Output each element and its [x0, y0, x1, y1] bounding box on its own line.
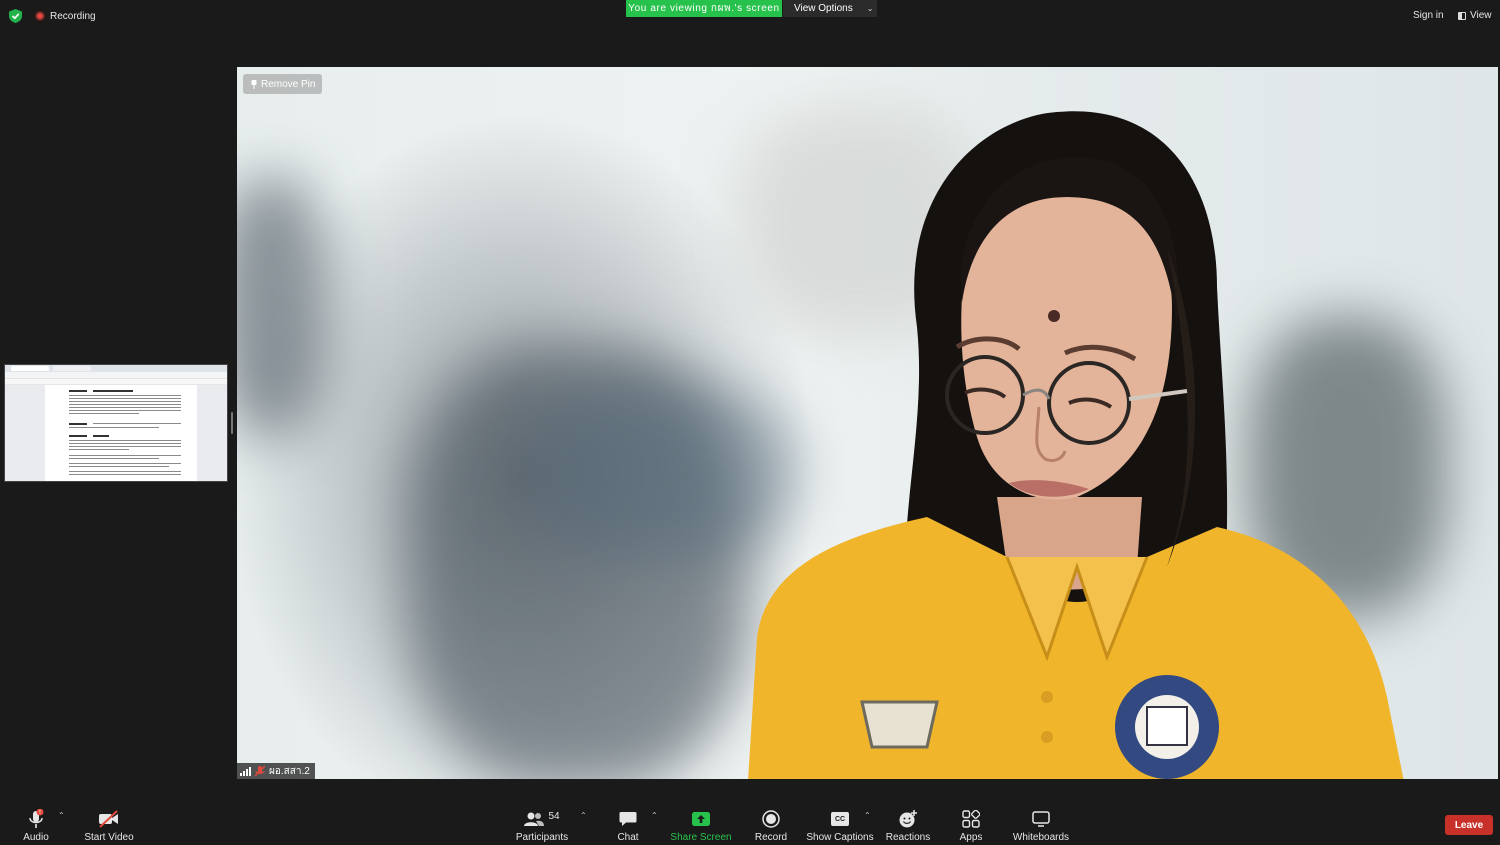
share-screen-icon: [691, 808, 711, 830]
view-layout-icon: [1458, 11, 1466, 20]
video-off-icon: [98, 808, 120, 830]
whiteboards-button[interactable]: Whiteboards: [1012, 800, 1070, 845]
record-dot-icon: [35, 11, 45, 21]
audio-warning-badge: !: [39, 809, 41, 816]
participants-count: 54: [548, 810, 560, 822]
shield-check-icon[interactable]: [9, 9, 22, 23]
participants-label: Participants: [515, 832, 569, 843]
participants-icon: [524, 812, 545, 826]
leave-button[interactable]: Leave: [1445, 815, 1493, 835]
share-screen-label: Share Screen: [670, 832, 732, 843]
microphone-icon: !: [28, 808, 44, 830]
view-button[interactable]: View: [1458, 10, 1492, 21]
thumb-tab-bar: [5, 365, 227, 372]
recording-label: Recording: [50, 10, 96, 22]
start-video-button[interactable]: Start Video: [83, 800, 135, 845]
background-blur: [237, 177, 327, 437]
audio-options-chevron[interactable]: ⌃: [58, 811, 65, 820]
audio-label: Audio: [23, 832, 49, 843]
thumb-url-bar: [5, 372, 227, 379]
thumb-left-panel: [5, 385, 45, 481]
captions-label: Show Captions: [806, 832, 874, 843]
view-options-button[interactable]: View Options ⌄: [783, 0, 877, 17]
reactions-button[interactable]: Reactions: [885, 800, 931, 845]
reactions-icon: [898, 808, 918, 830]
main-video-feed[interactable]: Remove Pin ผอ.สสา.2: [237, 67, 1498, 779]
recording-indicator[interactable]: Recording: [35, 9, 96, 23]
shared-screen-thumbnail[interactable]: [4, 364, 228, 482]
thumb-tab: [11, 366, 49, 371]
share-screen-button[interactable]: Share Screen: [670, 800, 732, 845]
apps-button[interactable]: Apps: [955, 800, 987, 845]
participants-options-chevron[interactable]: ⌃: [580, 811, 587, 820]
chat-icon: [619, 808, 637, 830]
participant-video-person: [748, 111, 1404, 779]
chat-label: Chat: [617, 832, 639, 843]
view-options-label: View Options: [794, 3, 853, 14]
remove-pin-label: Remove Pin: [261, 78, 316, 90]
participants-button[interactable]: 54 Participants: [515, 800, 569, 845]
sign-in-button[interactable]: Sign in: [1413, 10, 1444, 21]
apps-icon: [962, 808, 980, 830]
start-video-label: Start Video: [84, 832, 134, 843]
record-label: Record: [754, 832, 788, 843]
signal-icon: [240, 766, 251, 776]
remove-pin-button[interactable]: Remove Pin: [243, 74, 323, 94]
captions-icon-text: CC: [831, 812, 849, 826]
thumb-right-panel: [197, 385, 227, 481]
panel-resize-handle[interactable]: [231, 412, 233, 434]
mic-muted-icon: [255, 765, 265, 776]
thumb-tab: [53, 366, 91, 371]
captions-options-chevron[interactable]: ⌃: [864, 811, 871, 820]
pin-icon: [251, 79, 257, 89]
participant-name-tag: ผอ.สสา.2: [237, 763, 315, 779]
chevron-down-icon: ⌄: [866, 4, 874, 13]
audio-button[interactable]: ! Audio: [16, 800, 56, 845]
apps-label: Apps: [959, 832, 983, 843]
captions-icon: CC: [831, 808, 849, 830]
top-bar: Recording You are viewing กผพ.'s screen …: [0, 0, 1500, 32]
whiteboard-icon: [1032, 808, 1050, 830]
chat-options-chevron[interactable]: ⌃: [651, 811, 658, 820]
viewing-screen-banner: You are viewing กผพ.'s screen: [626, 0, 782, 17]
reactions-label: Reactions: [885, 832, 931, 843]
record-icon: [762, 808, 780, 830]
participant-name: ผอ.สสา.2: [269, 765, 310, 777]
record-button[interactable]: Record: [752, 800, 790, 845]
chat-button[interactable]: Chat: [612, 800, 644, 845]
show-captions-button[interactable]: CC Show Captions: [806, 800, 874, 845]
whiteboards-label: Whiteboards: [1012, 832, 1070, 843]
meeting-controls-bar: ! Audio ⌃ Start Video 54 Participants ⌃ …: [0, 800, 1500, 845]
view-label: View: [1470, 10, 1492, 21]
thumb-document-page: [49, 385, 195, 481]
